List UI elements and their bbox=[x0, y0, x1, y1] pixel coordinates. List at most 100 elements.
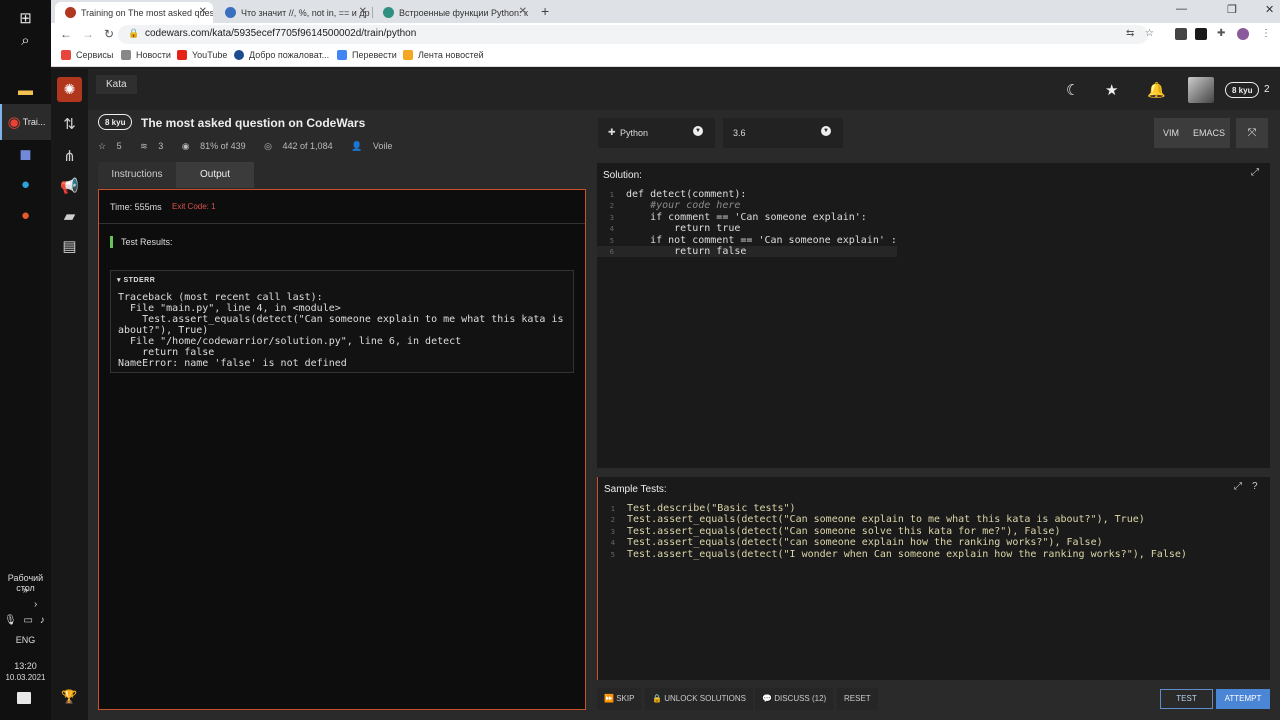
trophy-icon[interactable]: 🏆 bbox=[51, 689, 88, 705]
codewars-header: Kata ☾ ★ 🔔 8 kyu 2 bbox=[88, 69, 1280, 110]
solution-editor[interactable]: Solution: ⤢ 1 def detect(comment): 2 #you… bbox=[597, 163, 1270, 468]
language-select[interactable]: ✚ Python ▼ bbox=[598, 118, 715, 148]
extension-icon[interactable] bbox=[1175, 28, 1187, 40]
bell-icon[interactable]: 🔔 bbox=[1147, 81, 1166, 99]
stderr-toggle[interactable]: ▾ STDERR bbox=[117, 276, 155, 284]
moon-icon[interactable]: ☾ bbox=[1066, 81, 1079, 99]
discuss-button[interactable]: 💬 DISCUSS (12) bbox=[755, 688, 834, 710]
python-icon: ✚ bbox=[608, 127, 616, 137]
windows-taskbar: ⊞ ⌕ ▬ ◉ Trai... ◼ ● ● Рабочий стол » › 🎙… bbox=[0, 0, 51, 720]
practice-icon[interactable]: ⇅ bbox=[51, 115, 88, 133]
code-line: 4 return true bbox=[609, 223, 741, 235]
clock-time[interactable]: 13:20 bbox=[0, 661, 51, 671]
bookmark-welcome[interactable]: Добро пожаловат... bbox=[234, 50, 329, 60]
forward-icon: ⏩ bbox=[604, 694, 614, 703]
forward-arrow-icon[interactable]: → bbox=[82, 27, 94, 41]
bookmark-feed[interactable]: Лента новостей bbox=[403, 50, 484, 60]
breadcrumb-kata[interactable]: Kata bbox=[96, 75, 137, 94]
browser-tab-codewars[interactable]: Training on The most asked ques ✕ bbox=[55, 2, 213, 23]
restore-icon[interactable]: ❐ bbox=[1227, 3, 1237, 16]
chevron-right-icon[interactable]: › bbox=[34, 599, 37, 610]
close-icon[interactable]: ✕ bbox=[199, 6, 207, 17]
chat-icon[interactable]: ▰ bbox=[51, 207, 88, 225]
minimize-icon[interactable]: — bbox=[1176, 3, 1187, 15]
close-icon[interactable]: ✕ bbox=[359, 6, 367, 17]
bookmark-services[interactable]: Сервисы bbox=[61, 50, 113, 60]
code-line: 6 return false bbox=[597, 245, 897, 258]
language-value: Python bbox=[620, 128, 649, 138]
browser-tab-2[interactable]: Что значит //, %, not in, == и др ✕ bbox=[215, 2, 373, 23]
expand-icon[interactable]: ⤢ bbox=[1251, 167, 1259, 178]
browser-tab-3[interactable]: Встроенные функции Python: к ✕ bbox=[373, 2, 533, 23]
feed-icon bbox=[403, 50, 413, 60]
sample-tests-editor[interactable]: Sample Tests: ⤢ ? 1 Test.describe("Basic … bbox=[597, 477, 1270, 680]
tab-output[interactable]: Output bbox=[176, 162, 254, 188]
code-line: 2 #your code here bbox=[609, 200, 741, 212]
translate-icon[interactable]: ⇆ bbox=[1126, 28, 1134, 39]
docs-icon[interactable]: ▤ bbox=[51, 237, 88, 255]
system-tray-icons[interactable]: 🎙 ▭ ♪ bbox=[4, 615, 47, 626]
stars-stat[interactable]: ☆ 5 bbox=[98, 141, 130, 151]
new-tab-plus-icon[interactable]: + bbox=[541, 3, 549, 19]
bookmark-translate[interactable]: Перевести bbox=[337, 50, 397, 60]
completed-stat: ◎ 442 of 1,084 bbox=[264, 141, 333, 151]
version-select[interactable]: 3.6 ▼ bbox=[723, 118, 843, 148]
file-explorer-icon[interactable]: ▬ bbox=[0, 72, 51, 108]
kata-tree-icon[interactable]: ⋔ bbox=[51, 147, 88, 165]
collections-stat[interactable]: ≋ 3 bbox=[140, 141, 171, 151]
address-bar[interactable]: 🔒 codewars.com/kata/5935ecef7705f9614500… bbox=[118, 25, 1154, 44]
taskbar-chrome-button[interactable]: ◉ Trai... bbox=[0, 104, 51, 140]
code-line: 5 if not comment == 'Can someone explain… bbox=[609, 234, 897, 246]
attempt-button[interactable]: ATTEMPT bbox=[1216, 689, 1270, 709]
close-window-icon[interactable]: ✕ bbox=[1265, 3, 1274, 16]
codewars-logo-icon[interactable]: ✺ bbox=[57, 77, 82, 102]
bookmark-star-icon[interactable]: ☆ bbox=[1145, 28, 1154, 39]
bookmarks-bar: Сервисы Новости YouTube Добро пожаловат.… bbox=[51, 46, 1280, 67]
author-stat[interactable]: 👤 Voile bbox=[351, 141, 400, 151]
emacs-mode-button[interactable]: EMACS bbox=[1188, 118, 1230, 148]
app-icon[interactable]: ● bbox=[0, 197, 51, 233]
notifications-icon[interactable] bbox=[17, 692, 31, 704]
chrome-icon: ◉ bbox=[7, 114, 21, 131]
search-icon[interactable]: ⌕ bbox=[0, 22, 51, 58]
skip-button[interactable]: ⏩ SKIP bbox=[597, 688, 642, 710]
code-line: 2 Test.assert_equals(detect("Can someone … bbox=[610, 514, 1145, 526]
browser-tab-title: Встроенные функции Python: к bbox=[399, 7, 528, 18]
kata-trainer: 8 kyu The most asked question on CodeWar… bbox=[88, 110, 1280, 720]
lock-icon: 🔒 bbox=[652, 694, 662, 703]
megaphone-icon[interactable]: 📢 bbox=[51, 177, 88, 195]
site-favicon bbox=[225, 7, 236, 18]
chevron-down-icon: ▼ bbox=[821, 126, 831, 136]
language-indicator[interactable]: ENG bbox=[0, 635, 51, 645]
extensions-puzzle-icon[interactable]: ✚ bbox=[1217, 28, 1225, 39]
help-icon[interactable]: ? bbox=[1252, 481, 1258, 492]
bookmark-star-icon[interactable]: ★ bbox=[1105, 81, 1118, 99]
kata-rank-badge: 8 kyu bbox=[98, 114, 133, 130]
vim-mode-button[interactable]: VIM bbox=[1154, 118, 1188, 148]
test-button[interactable]: TEST bbox=[1160, 689, 1213, 709]
url-text[interactable]: codewars.com/kata/5935ecef7705f961450000… bbox=[145, 28, 416, 39]
reset-button[interactable]: RESET bbox=[837, 688, 878, 710]
sample-tests-code[interactable]: 1 Test.describe("Basic tests") 2 Test.asse… bbox=[598, 503, 1187, 560]
avatar[interactable] bbox=[1188, 77, 1214, 103]
browser-window: Training on The most asked ques ✕ Что зн… bbox=[51, 0, 1280, 69]
expand-icon[interactable]: ⤢ bbox=[1234, 481, 1242, 492]
translate-icon bbox=[337, 50, 347, 60]
tab-instructions[interactable]: Instructions bbox=[98, 162, 176, 188]
chevron-down-icon[interactable]: » bbox=[0, 585, 51, 596]
clock-date[interactable]: 10.03.2021 bbox=[0, 673, 51, 682]
unlock-solutions-button[interactable]: 🔒 UNLOCK SOLUTIONS bbox=[645, 688, 753, 710]
youtube-icon bbox=[177, 50, 187, 60]
extension-icon[interactable] bbox=[1195, 28, 1207, 40]
close-icon[interactable]: ✕ bbox=[519, 6, 527, 17]
profile-avatar[interactable] bbox=[1237, 28, 1249, 40]
solution-code[interactable]: 1 def detect(comment): 2 #your code here … bbox=[597, 189, 897, 258]
code-line: 3 if comment == 'Can someone explain': bbox=[609, 211, 867, 223]
code-line: 5 Test.assert_equals(detect("I wonder whe… bbox=[610, 548, 1187, 560]
menu-dots-icon[interactable]: ⋮ bbox=[1261, 28, 1271, 39]
bookmark-news[interactable]: Новости bbox=[121, 50, 171, 60]
reload-icon[interactable]: ↻ bbox=[104, 27, 114, 41]
fullscreen-icon[interactable]: ⤧ bbox=[1236, 118, 1268, 148]
back-arrow-icon[interactable]: ← bbox=[60, 27, 72, 41]
bookmark-youtube[interactable]: YouTube bbox=[177, 50, 227, 60]
